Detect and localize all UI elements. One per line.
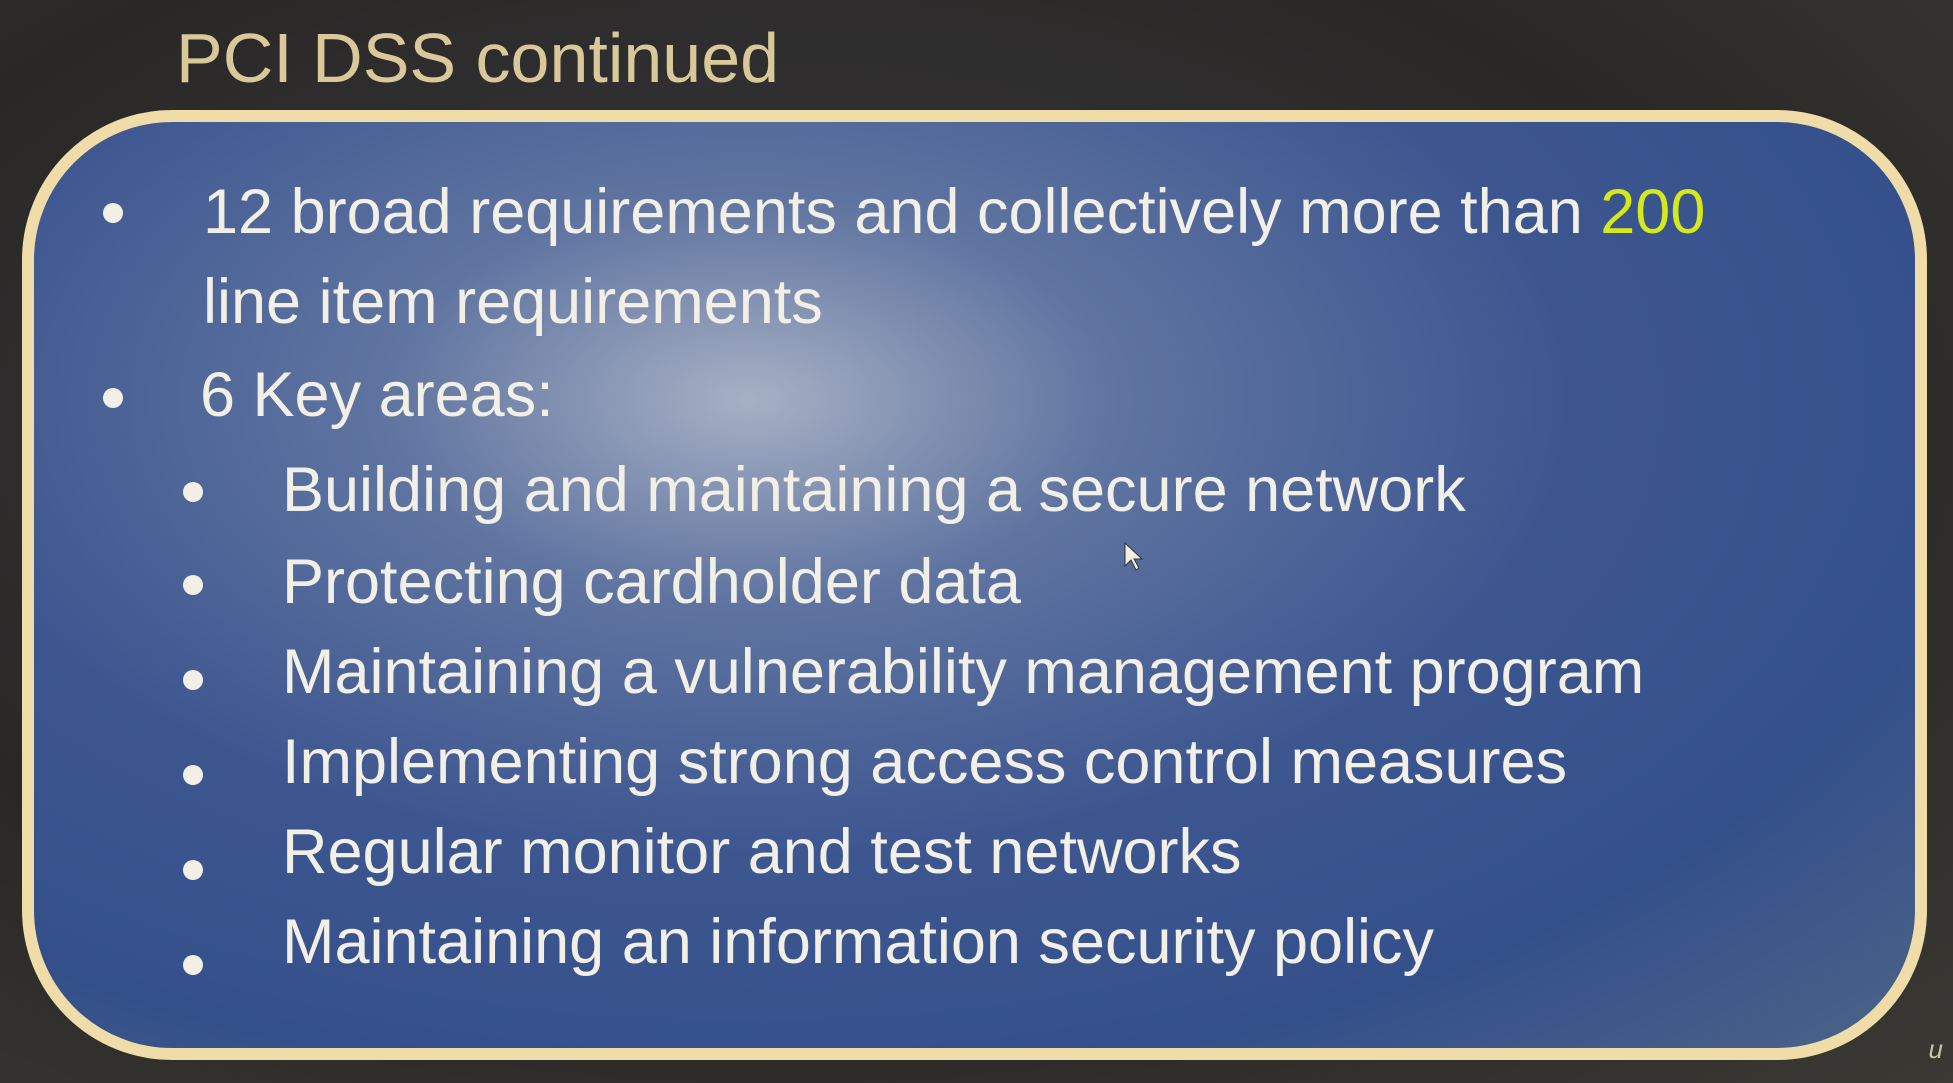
sub-bullet-dot: [183, 765, 203, 785]
sub-bullet-item: Protecting cardholder data: [282, 547, 1021, 617]
bullet-requirements-line2: line item requirements: [203, 267, 823, 337]
corner-mark: u: [1928, 1034, 1943, 1064]
bullet-dot: [103, 203, 123, 223]
sub-bullet-item: Maintaining an information security poli…: [282, 907, 1435, 977]
bullet-dot: [103, 388, 123, 408]
sub-bullet-item: Maintaining a vulnerability management p…: [282, 637, 1645, 707]
sub-bullet-dot: [183, 955, 203, 975]
bullet-requirements: 12 broad requirements and collectively m…: [203, 176, 1705, 248]
sub-bullet-dot: [183, 575, 203, 595]
sub-bullet-item: Regular monitor and test networks: [282, 817, 1242, 887]
highlight-number: 200: [1600, 177, 1706, 247]
sub-bullet-dot: [183, 670, 203, 690]
sub-bullet-item: Building and maintaining a secure networ…: [282, 455, 1466, 525]
sub-bullet-item: Implementing strong access control measu…: [282, 727, 1568, 797]
mouse-cursor-icon: [1124, 542, 1144, 571]
sub-bullet-dot: [183, 860, 203, 880]
bullet-text: 12 broad requirements and collectively m…: [203, 177, 1601, 247]
bullet-key-areas: 6 Key areas:: [200, 360, 554, 430]
slide-title: PCI DSS continued: [176, 19, 780, 97]
sub-bullet-dot: [183, 482, 203, 502]
